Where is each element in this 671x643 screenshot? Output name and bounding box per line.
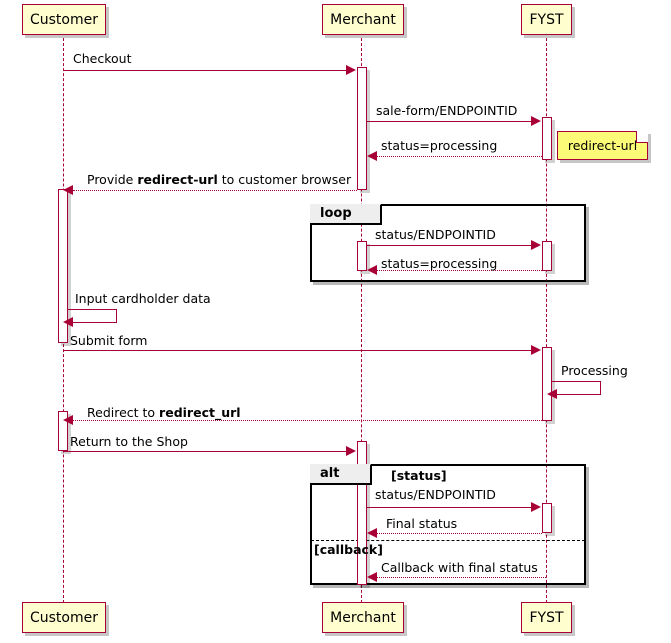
- message-line-provide-redirect-url: [73, 190, 357, 191]
- arrow-head-right: [531, 240, 541, 250]
- fragment-loop-label-box: loop: [310, 204, 382, 225]
- selfcall-processing: [552, 381, 601, 395]
- arrow-head-left: [547, 389, 557, 399]
- participant-label: Merchant: [330, 609, 396, 626]
- participant-fyst-bottom[interactable]: FYST: [521, 602, 572, 633]
- message-label-provide-redirect-url: Provide redirect-url to customer browser: [87, 172, 352, 187]
- arrow-head-right: [346, 446, 356, 456]
- message-line-callback-final-status: [377, 577, 546, 578]
- arrow-head-right: [346, 65, 356, 75]
- activation-merchant-1: [357, 67, 367, 190]
- message-label-final-status: Final status: [386, 516, 458, 531]
- participant-merchant-top[interactable]: Merchant: [322, 4, 404, 35]
- fragment-loop-label: loop: [320, 206, 352, 221]
- message-label-checkout: Checkout: [73, 51, 132, 66]
- participant-fyst-top[interactable]: FYST: [521, 4, 572, 35]
- message-line-final-status: [377, 533, 542, 534]
- arrow-head-left: [367, 528, 377, 538]
- activation-fyst-1: [542, 117, 552, 160]
- sequence-diagram: loop alt [status] [callback] Checkout sa…: [0, 0, 671, 643]
- arrow-head-right: [531, 116, 541, 126]
- message-emphasis: redirect_url: [159, 405, 241, 420]
- fragment-alt-else-condition: [callback]: [314, 542, 383, 557]
- participant-label: FYST: [529, 609, 564, 626]
- activation-fyst-4: [542, 503, 552, 533]
- fragment-alt-label-box: alt: [310, 464, 372, 485]
- message-label-status-processing-1: status=processing: [381, 138, 498, 153]
- message-line-checkout: [63, 70, 348, 71]
- note-fold-icon: [636, 131, 648, 143]
- message-line-return-to-shop: [63, 451, 348, 452]
- participant-merchant-bottom[interactable]: Merchant: [322, 602, 404, 633]
- arrow-head-left: [63, 415, 73, 425]
- message-emphasis: redirect-url: [137, 172, 218, 187]
- message-line-redirect-to-url: [73, 420, 542, 421]
- message-label-status-processing-2: status=processing: [381, 256, 498, 271]
- participant-label: Customer: [29, 609, 98, 626]
- participant-label: Merchant: [330, 11, 396, 28]
- arrow-head-left: [367, 572, 377, 582]
- message-label-callback-final-status: Callback with final status: [381, 560, 538, 575]
- message-line-status-endpointid-2: [367, 507, 533, 508]
- arrow-head-right: [531, 345, 541, 355]
- selfcall-input-cardholder-data: [68, 309, 117, 323]
- message-label-redirect-to-url: Redirect to redirect_url: [87, 405, 241, 420]
- fragment-alt-divider: [311, 540, 585, 541]
- message-line-status-endpointid-1: [367, 245, 533, 246]
- activation-merchant-3: [357, 441, 367, 585]
- message-label-status-endpointid-1: status/ENDPOINTID: [375, 227, 496, 242]
- message-label-input-cardholder-data: Input cardholder data: [75, 291, 211, 306]
- note-redirect-url: redirect-url: [557, 131, 648, 160]
- note-text: redirect-url: [567, 138, 638, 153]
- fragment-alt-label: alt: [320, 466, 340, 481]
- arrow-head-left: [63, 317, 73, 327]
- arrow-head-left: [367, 265, 377, 275]
- participant-label: FYST: [529, 11, 564, 28]
- fragment-notch-icon: [367, 204, 381, 223]
- message-label-submit-form: Submit form: [70, 333, 148, 348]
- fragment-alt-condition: [status]: [391, 468, 447, 483]
- fragment-notch-icon: [357, 464, 371, 483]
- participant-customer-bottom[interactable]: Customer: [22, 602, 106, 633]
- message-label-sale-form: sale-form/ENDPOINTID: [376, 103, 518, 118]
- participant-label: Customer: [29, 11, 98, 28]
- arrow-head-left: [63, 185, 73, 195]
- message-label-status-endpointid-2: status/ENDPOINTID: [375, 487, 496, 502]
- message-line-sale-form: [367, 121, 533, 122]
- message-line-status-processing-1: [377, 156, 542, 157]
- arrow-head-left: [367, 151, 377, 161]
- activation-fyst-2: [542, 241, 552, 271]
- message-label-return-to-shop: Return to the Shop: [70, 434, 188, 449]
- activation-fyst-3: [542, 347, 552, 421]
- arrow-head-right: [531, 502, 541, 512]
- participant-customer-top[interactable]: Customer: [22, 4, 106, 35]
- message-line-submit-form: [63, 350, 533, 351]
- message-label-processing: Processing: [561, 363, 628, 378]
- activation-merchant-2: [357, 241, 367, 271]
